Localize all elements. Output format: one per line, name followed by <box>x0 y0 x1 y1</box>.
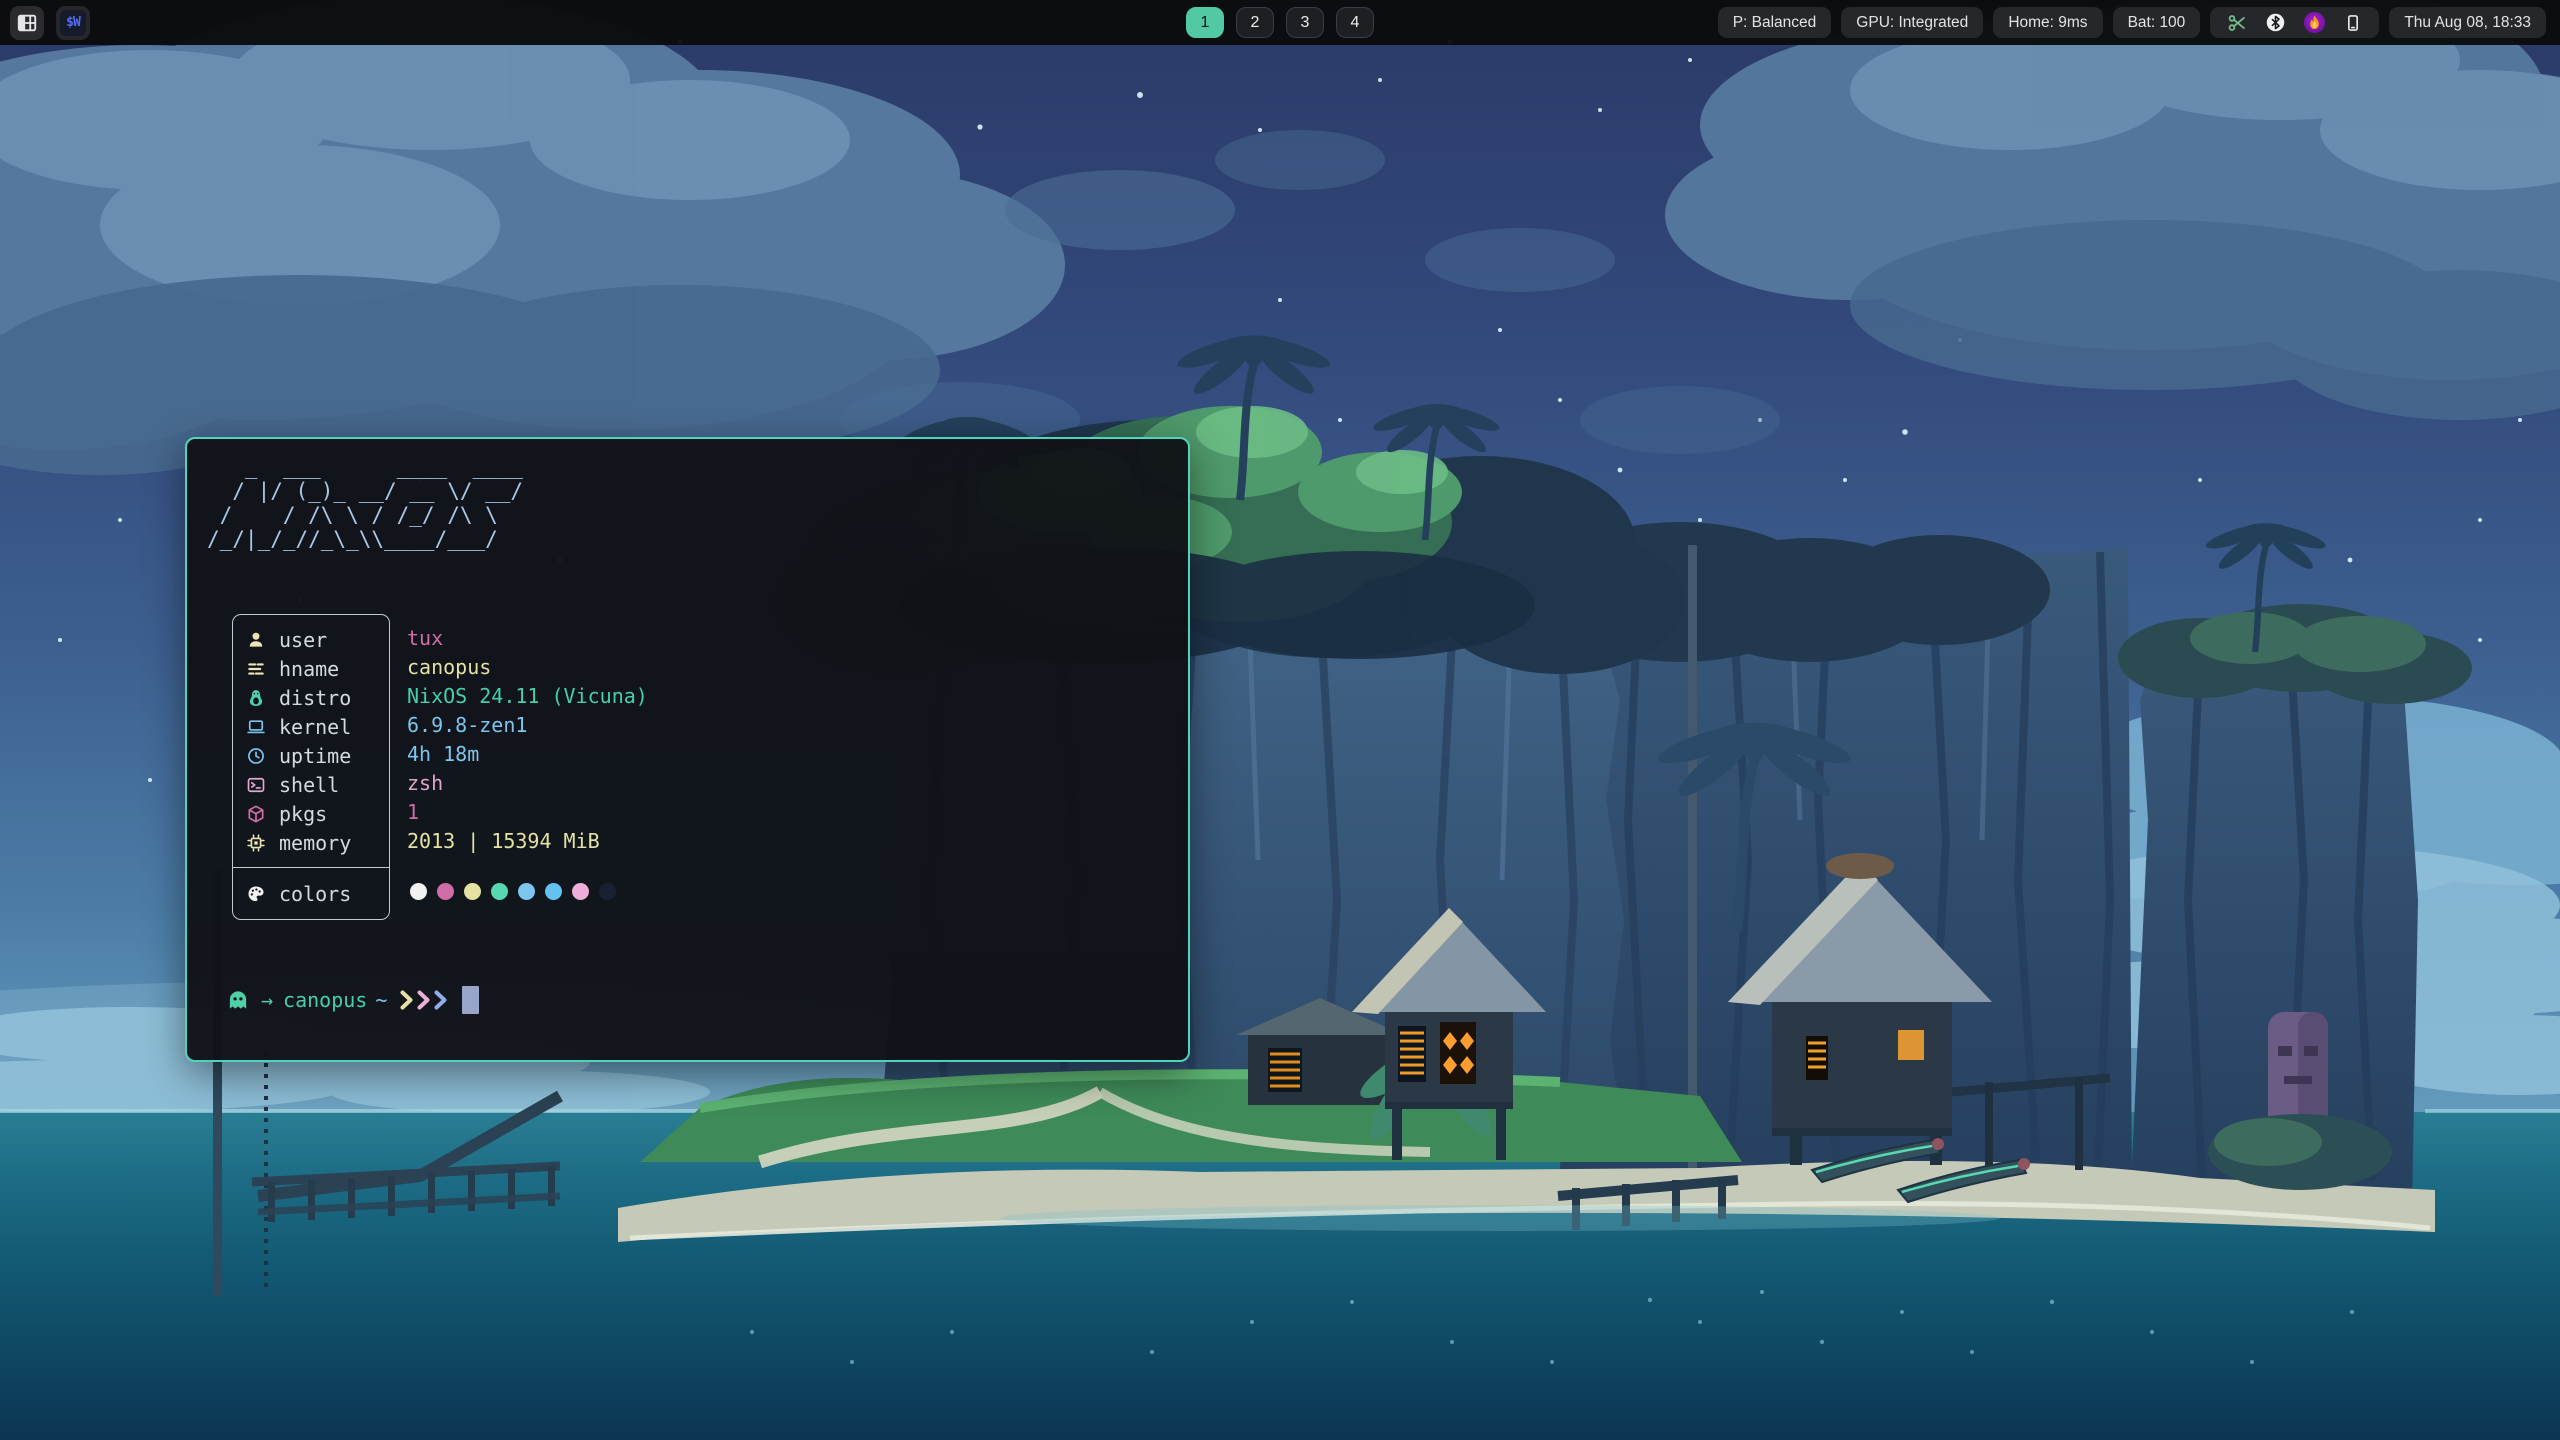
laptop-icon <box>246 717 266 737</box>
gpu-pill[interactable]: GPU: Integrated <box>1841 7 1983 38</box>
app-grid-icon <box>16 12 38 34</box>
value-memory: 2013 | 15394 MiB <box>407 827 648 856</box>
value-shell: zsh <box>407 769 648 798</box>
info-label: hname <box>279 657 339 681</box>
info-row-pkgs: pkgs <box>233 799 389 828</box>
scissors-icon[interactable] <box>2226 12 2248 34</box>
nixos-ascii-logo: _ ___ ____ ____ / |/ (_)_ __/ __ \/ __/ … <box>207 455 523 551</box>
info-label: distro <box>279 686 351 710</box>
value-uptime: 4h 18m <box>407 740 648 769</box>
clock-pill[interactable]: Thu Aug 08, 18:33 <box>2389 7 2546 38</box>
top-bar: $W 1 2 3 4 P: Balanced GPU: Integrated H… <box>0 0 2560 45</box>
penguin-icon <box>246 688 266 708</box>
chip-icon <box>246 833 266 853</box>
info-row-uptime: uptime <box>233 741 389 770</box>
flame-icon[interactable] <box>2303 11 2326 34</box>
info-label: memory <box>279 831 351 855</box>
fetch-values: tux canopus NixOS 24.11 (Vicuna) 6.9.8-z… <box>407 624 648 856</box>
palette-swatches <box>410 883 616 900</box>
info-row-kernel: kernel <box>233 712 389 741</box>
palette-dot <box>410 883 427 900</box>
workspace-switcher: 1 2 3 4 <box>1186 0 1374 45</box>
value-pkgs: 1 <box>407 798 648 827</box>
bar-left-group: $W <box>10 6 90 40</box>
palette-dot <box>545 883 562 900</box>
package-icon <box>246 804 266 824</box>
chevron-icon <box>399 989 414 1011</box>
info-label: shell <box>279 773 339 797</box>
wezterm-icon: $W <box>60 10 86 36</box>
value-user: tux <box>407 624 648 653</box>
user-icon <box>246 630 266 650</box>
info-row-memory: memory <box>233 828 389 857</box>
palette-dot <box>572 883 589 900</box>
clock-icon <box>246 746 266 766</box>
terminal-icon <box>246 775 266 795</box>
prompt-chevrons <box>399 989 448 1011</box>
value-hname: canopus <box>407 653 648 682</box>
value-distro: NixOS 24.11 (Vicuna) <box>407 682 648 711</box>
terminal-body: _ ___ ____ ____ / |/ (_)_ __/ __ \/ __/ … <box>187 439 1188 1060</box>
shell-prompt[interactable]: → canopus ~ <box>225 985 479 1015</box>
chevron-icon <box>433 989 448 1011</box>
app-grid-button[interactable] <box>10 6 44 40</box>
info-row-shell: shell <box>233 770 389 799</box>
info-label: user <box>279 628 327 652</box>
wezterm-taskbar-button[interactable]: $W <box>56 6 90 40</box>
workspace-button-4[interactable]: 4 <box>1336 7 1374 38</box>
ghost-icon <box>225 987 251 1013</box>
workspace-button-1[interactable]: 1 <box>1186 7 1224 38</box>
palette-dot <box>464 883 481 900</box>
fetch-info-box: user hname <box>232 614 390 920</box>
info-row-user: user <box>233 625 389 654</box>
palette-dot <box>437 883 454 900</box>
info-row-hname: hname <box>233 654 389 683</box>
palette-dot <box>491 883 508 900</box>
info-label: kernel <box>279 715 351 739</box>
palette-dot <box>599 883 616 900</box>
info-label: pkgs <box>279 802 327 826</box>
prompt-arrow: → <box>261 988 273 1012</box>
status-area: P: Balanced GPU: Integrated Home: 9ms Ba… <box>1718 7 2546 38</box>
info-row-distro: distro <box>233 683 389 712</box>
text-cursor[interactable] <box>462 986 479 1014</box>
workspace-button-3[interactable]: 3 <box>1286 7 1324 38</box>
info-label: uptime <box>279 744 351 768</box>
phone-icon[interactable] <box>2343 13 2363 33</box>
terminal-window[interactable]: _ ___ ____ ____ / |/ (_)_ __/ __ \/ __/ … <box>185 437 1190 1062</box>
system-tray <box>2210 7 2379 38</box>
bluetooth-icon[interactable] <box>2265 12 2286 33</box>
palette-icon <box>246 884 266 904</box>
latency-pill[interactable]: Home: 9ms <box>1993 7 2102 38</box>
workspace-button-2[interactable]: 2 <box>1236 7 1274 38</box>
chevron-icon <box>416 989 431 1011</box>
colors-label: colors <box>279 882 351 906</box>
value-kernel: 6.9.8-zen1 <box>407 711 648 740</box>
list-icon <box>246 659 266 679</box>
prompt-path: ~ <box>375 988 387 1012</box>
colors-row: colors <box>233 867 389 919</box>
palette-dot <box>518 883 535 900</box>
battery-pill[interactable]: Bat: 100 <box>2113 7 2201 38</box>
power-profile-pill[interactable]: P: Balanced <box>1718 7 1832 38</box>
prompt-host: canopus <box>283 988 367 1012</box>
